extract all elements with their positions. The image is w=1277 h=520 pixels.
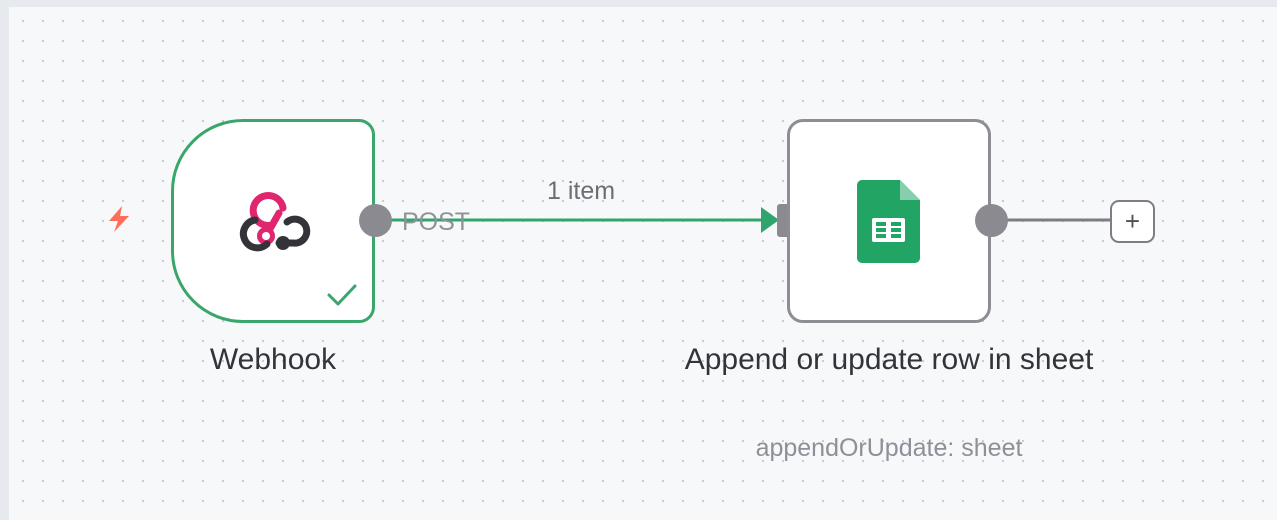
sheets-output-handle[interactable] bbox=[975, 204, 1008, 237]
google-sheets-node[interactable] bbox=[787, 119, 991, 323]
google-sheets-icon bbox=[857, 180, 920, 263]
webhook-node[interactable] bbox=[171, 119, 375, 323]
success-check-icon bbox=[327, 284, 357, 306]
add-node-button[interactable]: + bbox=[1110, 200, 1155, 243]
connection-items-label: 1 item bbox=[547, 177, 616, 205]
webhook-output-handle[interactable] bbox=[359, 204, 392, 237]
webhook-node-title: Webhook bbox=[209, 343, 337, 376]
lightning-bolt-icon bbox=[109, 206, 129, 232]
sheets-node-title: Append or update row in sheet bbox=[684, 343, 1094, 376]
sheets-node-subtitle: appendOrUpdate: sheet bbox=[755, 434, 1023, 462]
webhook-icon bbox=[239, 192, 311, 252]
output-label: POST bbox=[402, 208, 471, 236]
